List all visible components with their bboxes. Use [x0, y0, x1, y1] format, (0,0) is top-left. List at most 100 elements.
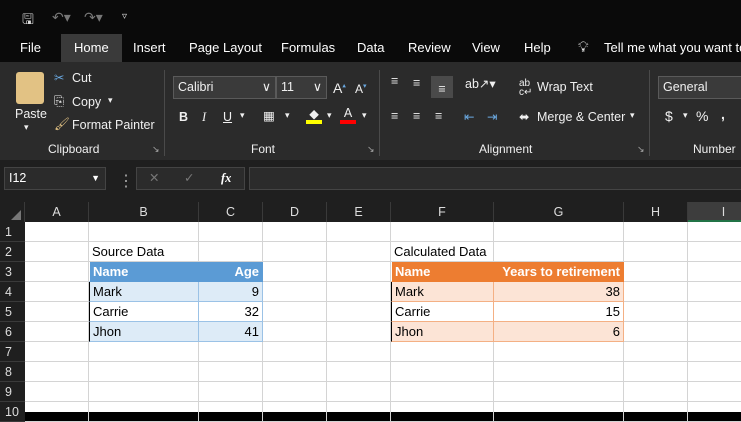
cell-c6[interactable]: 41 [199, 322, 263, 342]
cell-a9[interactable] [25, 382, 89, 402]
alignment-launcher-icon[interactable]: ↘ [637, 144, 645, 155]
cell-b7[interactable] [89, 342, 199, 362]
copy-dropdown-icon[interactable]: ▾ [108, 95, 113, 106]
bold-button[interactable]: B [179, 110, 188, 124]
tab-data[interactable]: Data [357, 34, 384, 62]
row-header-5[interactable]: 5 [0, 302, 25, 322]
cell-a8[interactable] [25, 362, 89, 382]
tab-page-layout[interactable]: Page Layout [189, 34, 262, 62]
cell-e1[interactable] [327, 222, 391, 242]
clipboard-launcher-icon[interactable]: ↘ [152, 144, 160, 155]
cell-a7[interactable] [25, 342, 89, 362]
cell-a6[interactable] [25, 322, 89, 342]
cell-e5[interactable] [327, 302, 391, 322]
cell-h6[interactable] [624, 322, 688, 342]
cell-i7[interactable] [688, 342, 741, 362]
cell-a10[interactable] [25, 402, 89, 422]
cell-g8[interactable] [494, 362, 624, 382]
column-header-c[interactable]: C [199, 202, 263, 222]
tab-formulas[interactable]: Formulas [281, 34, 335, 62]
cell-e8[interactable] [327, 362, 391, 382]
number-format-select[interactable]: General [658, 76, 741, 99]
cancel-icon[interactable]: ✕ [149, 168, 159, 189]
cell-g4[interactable]: 38 [494, 282, 624, 302]
cell-f9[interactable] [391, 382, 494, 402]
cell-e10[interactable] [327, 402, 391, 422]
increase-indent-icon[interactable]: ⇥ [487, 109, 497, 124]
align-left-icon[interactable]: ≡ [391, 109, 398, 123]
cell-g2[interactable] [494, 242, 624, 262]
tab-file[interactable]: File [20, 34, 41, 62]
cell-d2[interactable] [263, 242, 327, 262]
cell-c1[interactable] [199, 222, 263, 242]
cell-h1[interactable] [624, 222, 688, 242]
tell-me-search[interactable]: Tell me what you want to do [604, 34, 741, 62]
cell-a5[interactable] [25, 302, 89, 322]
cell-e2[interactable] [327, 242, 391, 262]
cell-h10[interactable] [624, 402, 688, 422]
cell-f3[interactable]: Name [391, 262, 494, 282]
column-header-g[interactable]: G [494, 202, 624, 222]
cell-b10[interactable] [89, 402, 199, 422]
redo-icon[interactable]: ↷▾ [84, 9, 103, 26]
cell-d9[interactable] [263, 382, 327, 402]
cell-d7[interactable] [263, 342, 327, 362]
cell-g10[interactable] [494, 402, 624, 422]
tab-insert[interactable]: Insert [133, 34, 166, 62]
cell-c2[interactable] [199, 242, 263, 262]
underline-button[interactable]: U [223, 110, 232, 124]
undo-icon[interactable]: ↶▾ [52, 9, 71, 26]
fill-color-dropdown-icon[interactable]: ▾ [327, 110, 332, 121]
name-box-dropdown-icon[interactable]: ▼ [91, 168, 100, 189]
paste-dropdown-icon[interactable]: ▾ [24, 122, 29, 133]
cell-b4[interactable]: Mark [89, 282, 199, 302]
comma-button[interactable]: , [721, 106, 725, 122]
cell-f1[interactable] [391, 222, 494, 242]
cell-c10[interactable] [199, 402, 263, 422]
row-header-4[interactable]: 4 [0, 282, 25, 302]
tab-help[interactable]: Help [524, 34, 551, 62]
row-header-3[interactable]: 3 [0, 262, 25, 282]
orientation-icon[interactable]: ab↗▾ [465, 76, 496, 91]
cell-d4[interactable] [263, 282, 327, 302]
borders-dropdown-icon[interactable]: ▾ [285, 110, 290, 121]
cell-f7[interactable] [391, 342, 494, 362]
cell-i9[interactable] [688, 382, 741, 402]
cell-g5[interactable]: 15 [494, 302, 624, 322]
cell-g7[interactable] [494, 342, 624, 362]
cell-c7[interactable] [199, 342, 263, 362]
column-header-i[interactable]: I [688, 202, 741, 222]
cell-c8[interactable] [199, 362, 263, 382]
cell-c5[interactable]: 32 [199, 302, 263, 322]
cell-b8[interactable] [89, 362, 199, 382]
column-header-a[interactable]: A [25, 202, 89, 222]
paste-button[interactable]: Paste [15, 107, 47, 121]
cell-b5[interactable]: Carrie [89, 302, 199, 322]
cell-c3[interactable]: Age [199, 262, 263, 282]
italic-button[interactable]: I [202, 110, 206, 125]
cell-g9[interactable] [494, 382, 624, 402]
cell-h5[interactable] [624, 302, 688, 322]
cell-b3[interactable]: Name [89, 262, 199, 282]
increase-font-icon[interactable]: A▴ [333, 80, 346, 96]
cell-e6[interactable] [327, 322, 391, 342]
cell-a3[interactable] [25, 262, 89, 282]
customize-qat-icon[interactable]: ▿ [122, 11, 127, 22]
cell-g1[interactable] [494, 222, 624, 242]
tab-review[interactable]: Review [408, 34, 451, 62]
cell-i8[interactable] [688, 362, 741, 382]
align-top-icon[interactable]: ≡ [391, 74, 398, 88]
cell-b2[interactable]: Source Data [89, 242, 199, 262]
cell-i3[interactable] [688, 262, 741, 282]
cell-a2[interactable] [25, 242, 89, 262]
row-header-6[interactable]: 6 [0, 322, 25, 342]
merge-dropdown-icon[interactable]: ▾ [630, 110, 635, 121]
cell-b6[interactable]: Jhon [89, 322, 199, 342]
cell-d10[interactable] [263, 402, 327, 422]
borders-icon[interactable]: ▦ [263, 108, 275, 123]
cell-c4[interactable]: 9 [199, 282, 263, 302]
cell-h3[interactable] [624, 262, 688, 282]
cell-f5[interactable]: Carrie [391, 302, 494, 322]
copy-button[interactable]: Copy [72, 95, 101, 109]
cut-button[interactable]: Cut [72, 71, 91, 85]
